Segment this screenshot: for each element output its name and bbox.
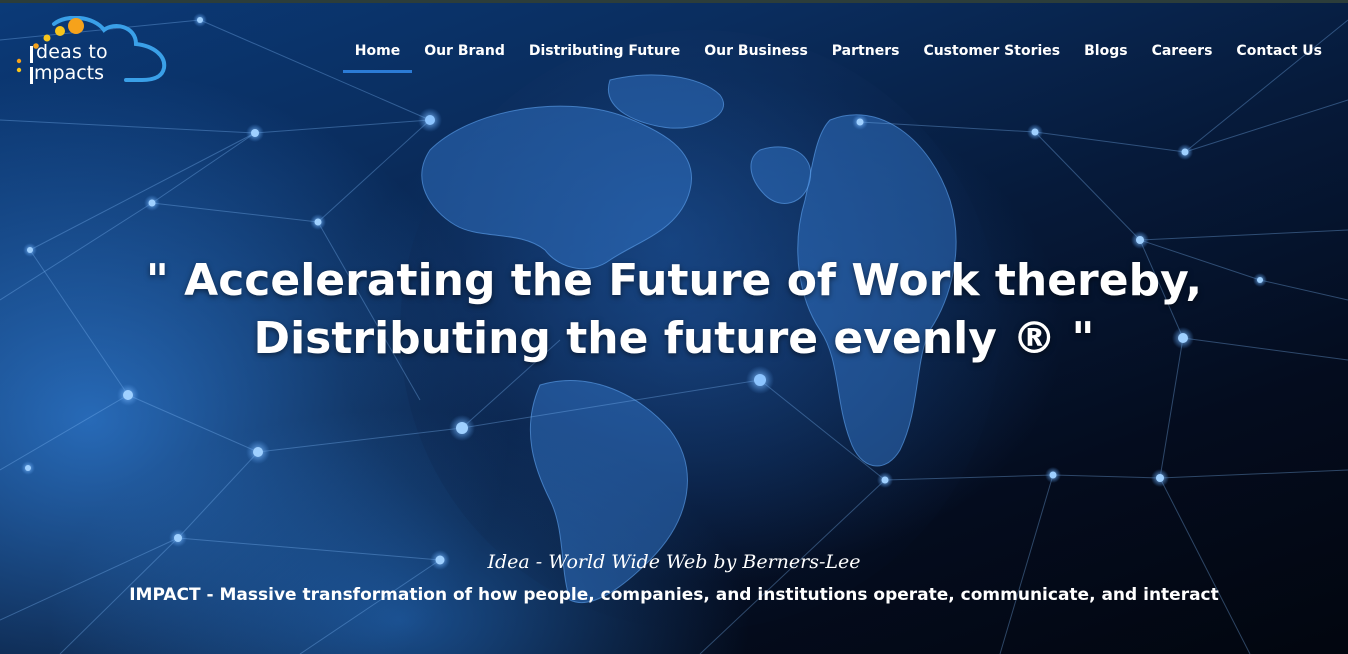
- nav-item-home[interactable]: Home: [342, 42, 413, 73]
- hero-section: deas to mpacts Home Our Brand Distributi…: [0, 0, 1348, 654]
- hero-headline: " Accelerating the Future of Work thereb…: [0, 252, 1348, 368]
- top-border: [0, 0, 1348, 3]
- nav-item-our-brand[interactable]: Our Brand: [412, 42, 517, 72]
- nav-item-customer-stories[interactable]: Customer Stories: [911, 42, 1072, 72]
- nav-item-distributing-future[interactable]: Distributing Future: [517, 42, 692, 72]
- hero-headline-line2: Distributing the future evenly ® ": [253, 313, 1095, 364]
- impact-subtitle: IMPACT - Massive transformation of how p…: [129, 585, 1219, 605]
- hero-headline-line1: " Accelerating the Future of Work thereb…: [145, 255, 1203, 306]
- nav-item-partners[interactable]: Partners: [820, 42, 912, 72]
- main-navigation: Home Our Brand Distributing Future Our B…: [342, 42, 1334, 73]
- nav-item-blogs[interactable]: Blogs: [1072, 42, 1139, 72]
- logo-text-line2: mpacts: [34, 62, 105, 84]
- nav-item-our-business[interactable]: Our Business: [692, 42, 820, 72]
- nav-item-contact-us[interactable]: Contact Us: [1224, 42, 1334, 72]
- logo-text-line1: deas to: [36, 41, 108, 63]
- ideas-to-impacts-logo[interactable]: deas to mpacts: [14, 16, 168, 88]
- nav-item-careers[interactable]: Careers: [1140, 42, 1225, 72]
- idea-subtitle: Idea - World Wide Web by Berners-Lee: [487, 551, 861, 573]
